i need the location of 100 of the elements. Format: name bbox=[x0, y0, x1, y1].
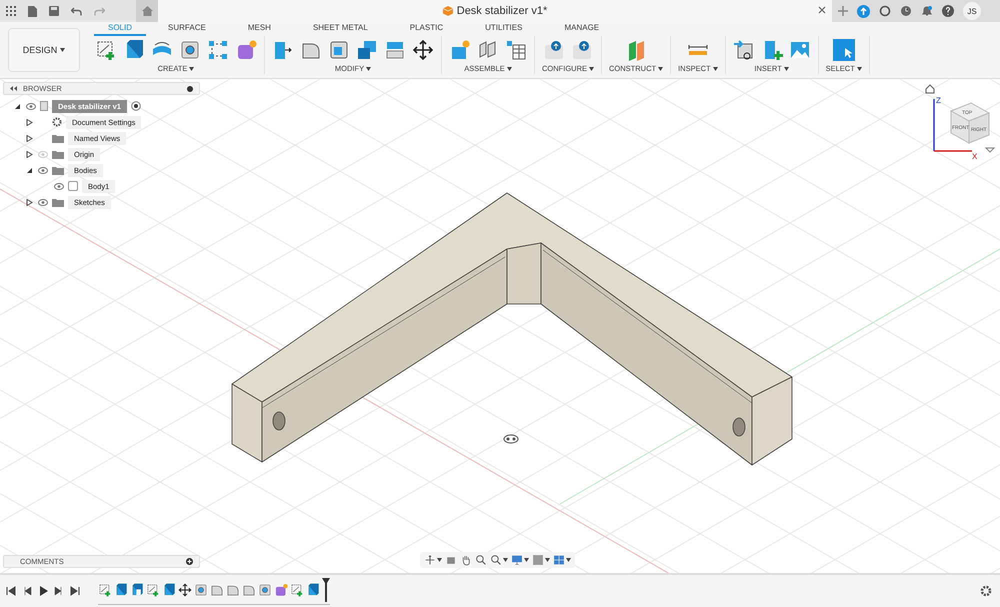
expand-icon[interactable] bbox=[26, 198, 32, 206]
origin-mark-icon bbox=[504, 434, 518, 444]
help-icon[interactable] bbox=[942, 5, 954, 17]
timeline-marker-icon[interactable] bbox=[322, 578, 330, 602]
caret-icon bbox=[566, 558, 571, 562]
press-pull-icon[interactable] bbox=[272, 39, 294, 61]
refresh-icon[interactable] bbox=[879, 5, 891, 17]
folder-icon bbox=[52, 166, 64, 174]
sketch-icon[interactable] bbox=[146, 582, 160, 596]
monitor-icon[interactable] bbox=[511, 554, 523, 566]
sketch-icon[interactable] bbox=[290, 582, 304, 596]
settings-icon bbox=[52, 117, 62, 127]
grid-icon[interactable] bbox=[553, 554, 565, 566]
play-icon[interactable] bbox=[38, 586, 48, 596]
user-avatar[interactable]: JS bbox=[963, 2, 981, 20]
zoom-icon[interactable] bbox=[475, 554, 487, 566]
prev-icon[interactable] bbox=[22, 586, 32, 596]
shell-icon[interactable] bbox=[328, 39, 350, 61]
first-icon[interactable] bbox=[6, 586, 16, 596]
caret-icon bbox=[524, 558, 529, 562]
configure-icon[interactable] bbox=[571, 39, 593, 61]
ribbon-tab[interactable]: SURFACE bbox=[154, 22, 220, 36]
configure-icon[interactable] bbox=[543, 39, 565, 61]
home-icon bbox=[142, 6, 152, 16]
box-icon[interactable] bbox=[130, 582, 144, 596]
eye-icon[interactable] bbox=[54, 182, 64, 190]
hole-icon[interactable] bbox=[194, 582, 208, 596]
add-icon[interactable] bbox=[186, 558, 193, 565]
caret-icon bbox=[60, 48, 66, 52]
hole-icon[interactable] bbox=[179, 39, 201, 61]
table-icon[interactable] bbox=[505, 39, 527, 61]
component-icon bbox=[40, 101, 48, 111]
sketch-icon[interactable] bbox=[98, 582, 112, 596]
hand-icon[interactable] bbox=[460, 554, 472, 566]
move-icon[interactable] bbox=[178, 582, 192, 596]
folder-icon bbox=[52, 134, 64, 142]
next-icon[interactable] bbox=[54, 586, 64, 596]
file-icon[interactable] bbox=[28, 6, 37, 16]
folder-icon bbox=[52, 150, 64, 158]
cube-icon[interactable] bbox=[235, 39, 257, 61]
caret-icon bbox=[503, 558, 508, 562]
ribbon-tab[interactable]: MESH bbox=[234, 22, 285, 36]
home-view-icon[interactable] bbox=[926, 84, 934, 94]
zoom-icon[interactable] bbox=[490, 554, 502, 566]
save-icon[interactable] bbox=[49, 6, 59, 16]
box-icon[interactable] bbox=[306, 582, 320, 596]
caret-icon bbox=[189, 66, 194, 70]
cursor-icon[interactable] bbox=[832, 39, 855, 61]
ribbon-tab[interactable]: MANAGE bbox=[550, 22, 614, 36]
link-icon[interactable] bbox=[732, 39, 755, 61]
caret-icon bbox=[589, 66, 594, 70]
expand-icon[interactable] bbox=[26, 118, 32, 126]
ribbon-tab[interactable]: UTILITIES bbox=[471, 22, 536, 36]
x-axis-line bbox=[934, 150, 972, 152]
eye-icon[interactable] bbox=[26, 102, 36, 110]
clock-icon[interactable] bbox=[900, 5, 912, 17]
expand-icon[interactable] bbox=[26, 150, 32, 158]
plus-icon[interactable] bbox=[838, 6, 848, 16]
box-icon[interactable] bbox=[114, 582, 128, 596]
last-icon[interactable] bbox=[70, 586, 80, 596]
box-icon[interactable] bbox=[162, 582, 176, 596]
document-tab[interactable]: Desk stabilizer v1* bbox=[158, 0, 832, 22]
settings-icon[interactable] bbox=[980, 585, 992, 597]
collapse-icon[interactable] bbox=[26, 166, 32, 174]
eye-icon[interactable] bbox=[38, 166, 48, 174]
square-icon[interactable] bbox=[532, 554, 544, 566]
collapse-icon[interactable] bbox=[14, 102, 20, 110]
bell-icon[interactable] bbox=[921, 5, 933, 17]
caret-icon bbox=[545, 558, 550, 562]
view-cube[interactable] bbox=[950, 102, 990, 144]
upload-icon[interactable] bbox=[857, 4, 870, 18]
combine-icon[interactable] bbox=[356, 39, 378, 61]
cube-menu-icon[interactable] bbox=[984, 148, 996, 153]
hole-icon[interactable] bbox=[258, 582, 272, 596]
z-axis-line bbox=[933, 99, 935, 151]
close-icon[interactable] bbox=[818, 6, 826, 14]
cube-icon bbox=[442, 6, 453, 16]
pin-icon[interactable] bbox=[187, 86, 193, 92]
expand-icon[interactable] bbox=[26, 134, 32, 142]
image-icon[interactable] bbox=[788, 39, 811, 61]
sketch-icon[interactable] bbox=[95, 39, 117, 61]
orbit-icon[interactable] bbox=[424, 554, 436, 566]
ribbon-tab[interactable]: PLASTIC bbox=[396, 22, 458, 36]
document-title: Desk stabilizer v1* bbox=[456, 5, 548, 17]
axis-label: X bbox=[972, 152, 978, 161]
apps-grid-icon[interactable] bbox=[6, 6, 16, 16]
move-icon[interactable] bbox=[412, 39, 434, 61]
ribbon-tab[interactable]: SHEET METAL bbox=[298, 22, 382, 36]
caret-icon bbox=[437, 558, 442, 562]
component-icon[interactable] bbox=[449, 39, 471, 61]
active-radio-icon[interactable] bbox=[130, 101, 141, 111]
collapse-panel-icon[interactable] bbox=[10, 86, 17, 91]
caret-icon bbox=[856, 66, 862, 70]
pattern-icon[interactable] bbox=[207, 39, 229, 61]
cube-icon[interactable] bbox=[274, 582, 288, 596]
workspace-button[interactable]: DESIGN bbox=[8, 28, 80, 72]
split-icon[interactable] bbox=[384, 39, 406, 61]
undo-icon[interactable] bbox=[71, 6, 82, 16]
caret-icon bbox=[712, 66, 718, 70]
eye-icon[interactable] bbox=[38, 198, 48, 206]
